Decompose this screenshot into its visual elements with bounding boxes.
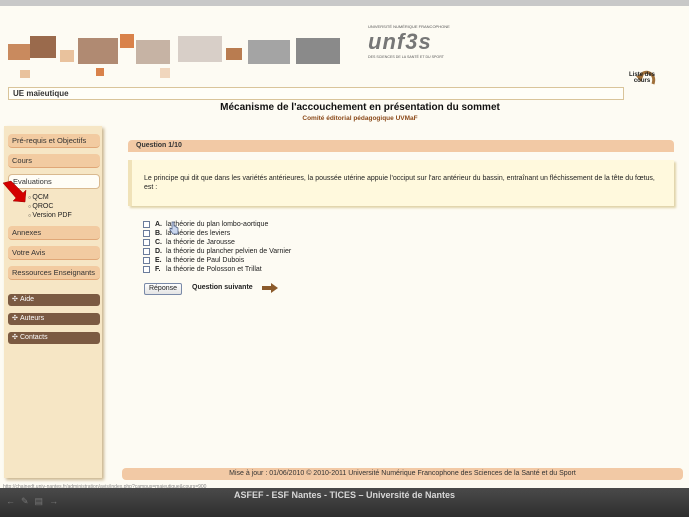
hand-cursor-icon [169,221,179,235]
sidebar-subitem-qroc[interactable]: QROC [28,203,53,210]
red-arrow-pointer-icon [2,180,27,203]
page-subtitle: Comité éditorial pédagogique UVMaF [302,115,418,122]
answer-options: A. la théorie du plan lombo-aortique B. … [143,220,291,274]
plus-icon: ✣ [12,315,18,322]
option-letter: F. [155,266,161,273]
option-letter: E. [155,257,162,264]
sidebar-button-contacts[interactable]: ✣ Contacts [8,332,100,344]
option-row[interactable]: F. la théorie de Polosson et Trillat [143,265,291,274]
auteurs-label: Auteurs [20,315,45,322]
sidebar-subitem-version-pdf[interactable]: Version PDF [28,212,71,219]
option-checkbox[interactable] [143,257,150,264]
plus-icon: ✣ [12,334,18,341]
option-checkbox[interactable] [143,248,150,255]
sidebar-item-votre-avis[interactable]: Votre Avis [8,246,100,260]
option-checkbox[interactable] [143,230,150,237]
page: UNIVERSITÉ NUMÉRIQUE FRANCOPHONE unf3s D… [0,0,689,488]
option-text: la théorie du plancher pelvien de Varnie… [166,248,292,255]
sidebar-item-prerequis[interactable]: Pré-requis et Objectifs [8,134,100,148]
question-header: Question 1/10 [128,140,674,152]
option-checkbox[interactable] [143,239,150,246]
reponse-button[interactable]: Réponse [144,283,182,295]
bottom-caption: ASFEF - ESF Nantes - TICES – Université … [233,490,456,500]
next-arrow-icon[interactable] [262,283,278,293]
option-row[interactable]: C. la théorie de Jarousse [143,238,291,247]
sidebar-item-cours[interactable]: Cours [8,154,100,168]
option-text: la théorie de Paul Dubois [166,257,245,264]
question-text: Le principe qui dit que dans les variété… [128,160,674,206]
logo-sub-text: DES SCIENCES DE LA SANTÉ ET DU SPORT [368,55,444,59]
option-letter: B. [155,230,162,237]
sidebar-button-auteurs[interactable]: ✣ Auteurs [8,313,100,325]
unf3s-logo[interactable]: UNIVERSITÉ NUMÉRIQUE FRANCOPHONE unf3s D… [368,24,464,80]
option-row[interactable]: E. la théorie de Paul Dubois [143,256,291,265]
option-row[interactable]: B. la théorie des leviers [143,229,291,238]
liste-des-cours-link[interactable]: Liste des cours [624,72,660,84]
option-row[interactable]: D. la théorie du plancher pelvien de Var… [143,247,291,256]
module-title-bar: UE maïeutique [8,87,624,100]
aide-label: Aide [20,296,35,303]
page-title: Mécanisme de l'accouchement en présentat… [220,102,500,113]
sidebar-subitem-qcm[interactable]: QCM [28,194,48,201]
header-banner [0,26,689,86]
option-checkbox[interactable] [143,221,150,228]
option-letter: C. [155,239,162,246]
footer-bar: Mise à jour : 01/06/2010 © 2010-2011 Uni… [122,468,683,480]
option-text: la théorie de Polosson et Trillat [166,266,262,273]
option-text: la théorie de Jarousse [166,239,235,246]
sidebar-button-aide[interactable]: ✣ Aide [8,294,100,306]
sidebar-item-ressources-enseignants[interactable]: Ressources Enseignants [8,266,100,280]
next-question-link[interactable]: Question suivante [192,284,253,291]
option-letter: A. [155,221,162,228]
option-checkbox[interactable] [143,266,150,273]
contacts-label: Contacts [20,334,48,341]
logo-main-text: unf3s [368,29,432,54]
plus-icon: ✣ [12,296,18,303]
sidebar-item-annexes[interactable]: Annexes [8,226,100,240]
option-letter: D. [155,248,162,255]
option-text: la théorie du plan lombo-aortique [166,221,269,228]
option-row[interactable]: A. la théorie du plan lombo-aortique [143,220,291,229]
